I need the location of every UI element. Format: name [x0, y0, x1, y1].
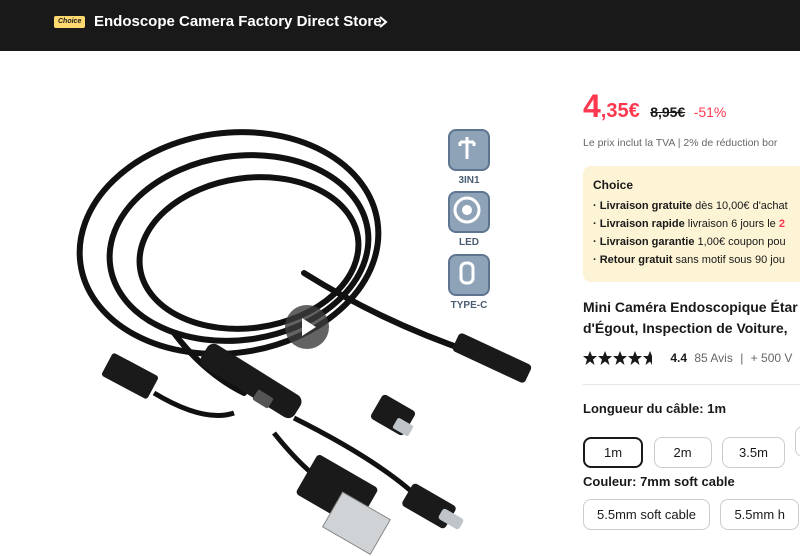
benefit-line: · Livraison garantie 1,00€ coupon pou: [593, 236, 786, 248]
option-3-5m[interactable]: 3.5m: [722, 437, 785, 468]
play-video-button[interactable]: [285, 305, 329, 349]
sold-count: + 500 V: [750, 350, 793, 365]
divider: [583, 384, 800, 385]
option-more[interactable]: [795, 426, 800, 457]
store-name-link[interactable]: Endoscope Camera Factory Direct Store: [94, 13, 382, 31]
color-options[interactable]: 5.5mm soft cable 5.5mm h: [583, 499, 800, 530]
product-image-gallery[interactable]: 3IN1 LED TYPE-C: [54, 73, 560, 556]
rating-score: 4.4: [670, 350, 688, 365]
rating-row[interactable]: 4.4 85 Avis | + 500 V: [583, 350, 792, 365]
chevron-right-icon[interactable]: [376, 12, 390, 32]
tva-note: Le prix inclut la TVA | 2% de réduction …: [583, 137, 778, 149]
pinout-icon: [448, 129, 490, 171]
option-2m[interactable]: 2m: [653, 437, 712, 468]
benefit-line: · Livraison rapide livraison 6 jours le …: [593, 218, 785, 230]
cable-length-label: Longueur du câble: 1m: [583, 401, 727, 416]
benefit-line: · Livraison gratuite dès 10,00€ d'achat: [593, 200, 788, 212]
feature-label: TYPE-C: [450, 300, 488, 311]
color-label: Couleur: 7mm soft cable: [583, 474, 735, 489]
star-rating-icon: [583, 350, 652, 365]
price-row: 4,35€ 8,95€ -51%: [583, 88, 726, 128]
price-decimal: ,35€: [600, 100, 640, 122]
option-1m[interactable]: 1m: [583, 437, 644, 468]
option-5-5mm-hard-cable[interactable]: 5.5mm h: [720, 499, 800, 530]
choice-badge: Choice: [54, 16, 86, 28]
choice-benefits-box[interactable]: Choice · Livraison gratuite dès 10,00€ d…: [583, 166, 800, 282]
cable-length-options[interactable]: 1m 2m 3.5m: [583, 426, 800, 468]
choice-title: Choice: [593, 178, 634, 192]
play-icon: [302, 318, 316, 336]
feature-3in1: 3IN1: [448, 129, 490, 186]
option-5-5mm-soft-cable[interactable]: 5.5mm soft cable: [583, 499, 710, 530]
store-header[interactable]: Choice Endoscope Camera Factory Direct S…: [0, 0, 800, 51]
benefit-line: · Retour gratuit sans motif sous 90 jou: [593, 254, 785, 266]
feature-led: LED: [448, 191, 490, 248]
discount-badge: -51%: [693, 104, 727, 120]
usb-c-icon: [448, 254, 490, 296]
feature-label: 3IN1: [458, 175, 480, 186]
led-ring-icon: [448, 191, 490, 233]
review-count-link[interactable]: 85 Avis: [694, 351, 732, 365]
price-integer: 4: [583, 88, 601, 124]
product-title: Mini Caméra Endoscopique Étar d'Égout, I…: [583, 299, 798, 336]
original-price: 8,95€: [650, 104, 686, 120]
rating-divider: |: [740, 350, 744, 365]
feature-label: LED: [459, 237, 479, 248]
feature-type-c: TYPE-C: [448, 254, 490, 311]
